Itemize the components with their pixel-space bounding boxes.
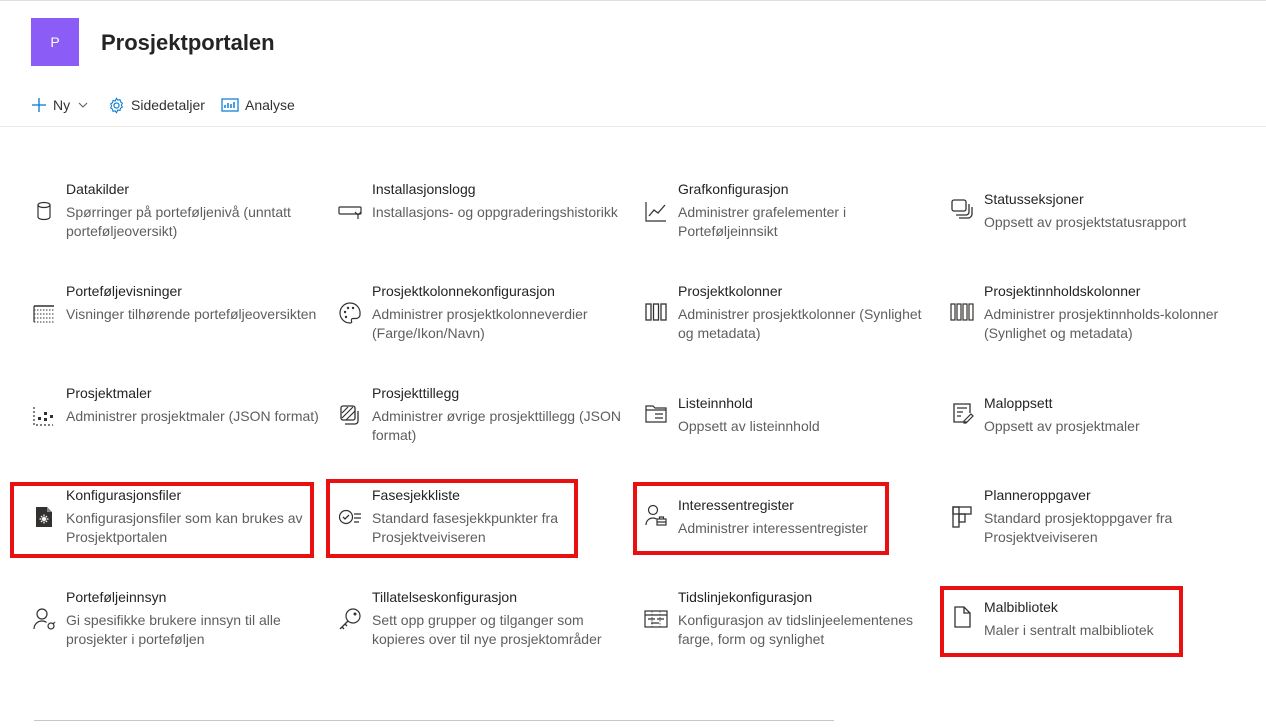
tile-description: Oppsett av prosjektstatusrapport bbox=[984, 214, 1187, 230]
tile-title: Installasjonslogg bbox=[372, 181, 476, 197]
folder-list-icon bbox=[645, 405, 667, 423]
tile-description: Standard prosjektoppgaver fra Prosjektve… bbox=[984, 510, 1173, 545]
tile-description: Administrer øvrige prosjekttillegg (JSON… bbox=[372, 408, 621, 443]
tile-description: Konfigurasjon av tidslinjeelementenes fa… bbox=[678, 612, 914, 647]
tile-description: Sett opp grupper og tilganger som kopier… bbox=[372, 612, 602, 647]
tile-title: Porteføljeinnsyn bbox=[66, 589, 167, 605]
page-details-label: Sidedetaljer bbox=[131, 97, 205, 113]
tile-title: Tillatelseskonfigurasjon bbox=[372, 589, 517, 605]
tile-description: Gi spesifikke brukere innsyn til alle pr… bbox=[66, 612, 281, 647]
planner-icon bbox=[952, 506, 972, 528]
tile-title: Prosjektmaler bbox=[66, 385, 152, 401]
page-details-button[interactable]: Sidedetaljer bbox=[108, 94, 205, 116]
tile-description: Oppsett av prosjektmaler bbox=[984, 418, 1140, 434]
content-columns-icon bbox=[950, 303, 974, 321]
columns-icon bbox=[645, 303, 667, 321]
tile-title: Prosjektkolonner bbox=[678, 283, 783, 299]
tile-title: Listeinnhold bbox=[678, 395, 753, 411]
tile-description: Spørringer på porteføljenivå (unntatt po… bbox=[66, 204, 291, 239]
highlight-fasesjekkliste bbox=[326, 479, 578, 558]
database-icon bbox=[37, 201, 51, 221]
new-button[interactable]: Ny bbox=[31, 94, 90, 116]
chevron-down-icon bbox=[78, 102, 88, 108]
tile-title: Tidslinjekonfigurasjon bbox=[678, 589, 813, 605]
form-icon bbox=[953, 403, 974, 424]
gear-icon bbox=[109, 96, 124, 114]
tile-description: Installasjons- og oppgraderingshistorikk bbox=[372, 204, 618, 220]
tile-title: Porteføljevisninger bbox=[66, 283, 182, 299]
settings-tile-grid: Datakilder Spørringer på porteføljenivå … bbox=[0, 127, 1266, 707]
tile-title: Planneroppgaver bbox=[984, 487, 1091, 503]
palette-icon bbox=[339, 302, 361, 324]
highlight-malbibliotek bbox=[940, 586, 1183, 657]
table-icon bbox=[33, 305, 54, 323]
section-divider bbox=[34, 720, 834, 721]
tile-description: Visninger tilhørende porteføljeoversikte… bbox=[66, 306, 317, 322]
site-title[interactable]: Prosjektportalen bbox=[101, 30, 275, 56]
chart-icon bbox=[645, 202, 666, 222]
tile-description: Administrer prosjektkolonneverdier (Farg… bbox=[372, 306, 588, 341]
tile-title: Prosjektinnholdskolonner bbox=[984, 283, 1141, 299]
highlight-interessentregister bbox=[633, 482, 889, 555]
tile-title: Grafkonfigurasjon bbox=[678, 181, 789, 197]
tile-description: Administrer prosjektkolonner (Synlighet … bbox=[678, 306, 922, 341]
tile-title: Maloppsett bbox=[984, 395, 1053, 411]
new-label: Ny bbox=[53, 97, 71, 113]
key-icon bbox=[339, 608, 361, 630]
timeline-icon bbox=[644, 610, 668, 628]
addon-icon bbox=[340, 405, 359, 425]
install-icon bbox=[338, 206, 362, 219]
command-bar: Ny Sidedetaljer Analyse bbox=[0, 86, 1266, 127]
analytics-icon bbox=[221, 98, 239, 112]
analytics-button[interactable]: Analyse bbox=[221, 94, 295, 116]
tile-description: Oppsett av listeinnhold bbox=[678, 418, 820, 434]
user-access-icon bbox=[33, 608, 56, 630]
tile-title: Prosjektkolonnekonfigurasjon bbox=[372, 283, 555, 299]
analytics-label: Analyse bbox=[245, 97, 295, 113]
template-icon bbox=[33, 407, 53, 426]
tile-title: Statusseksjoner bbox=[984, 191, 1084, 207]
tile-description: Administrer prosjektmaler (JSON format) bbox=[66, 408, 319, 424]
tile-title: Datakilder bbox=[66, 181, 130, 197]
tile-description: Administrer grafelementer i Porteføljein… bbox=[678, 204, 847, 239]
highlight-konfigurasjonsfiler bbox=[10, 482, 314, 558]
tile-title: Prosjekttillegg bbox=[372, 385, 460, 401]
site-header: P Prosjektportalen bbox=[0, 0, 1266, 86]
tile-description: Administrer prosjektinnholds-kolonner (S… bbox=[984, 306, 1219, 341]
sections-icon bbox=[951, 199, 973, 219]
plus-icon bbox=[32, 98, 46, 112]
site-logo[interactable]: P bbox=[31, 18, 79, 66]
